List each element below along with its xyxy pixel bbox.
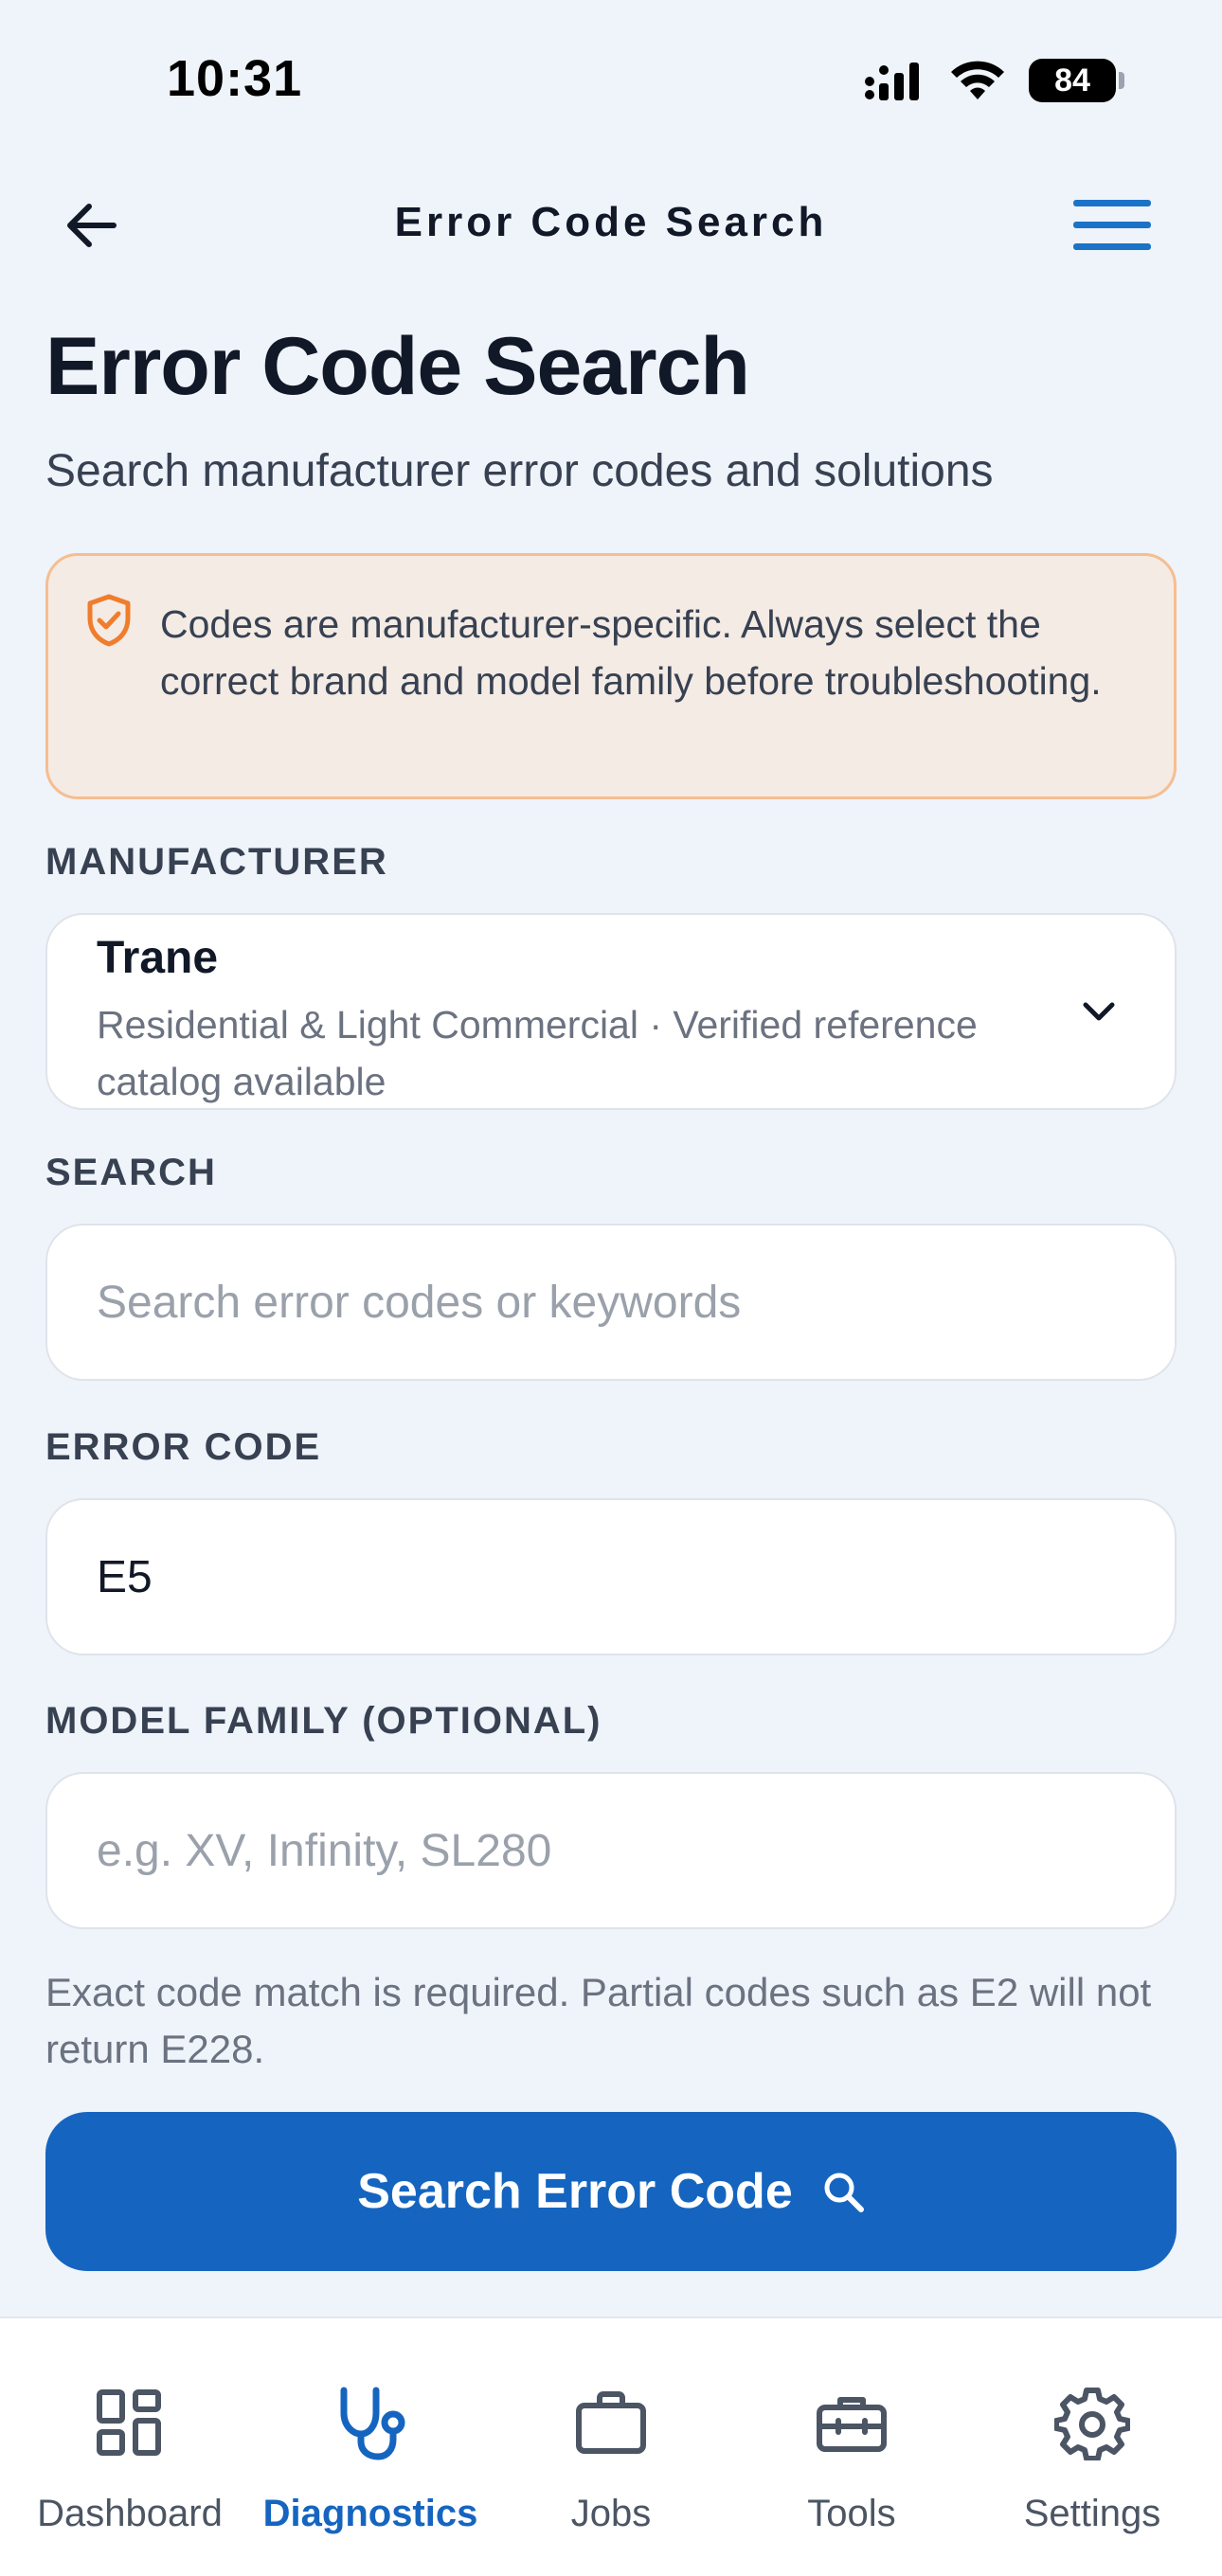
status-bar: 10:31 84 bbox=[0, 0, 1222, 161]
tab-tools[interactable]: Tools bbox=[729, 2318, 974, 2576]
battery-level: 84 bbox=[1054, 62, 1090, 98]
briefcase-icon bbox=[576, 2391, 646, 2454]
search-label: SEARCH bbox=[45, 1152, 217, 1193]
cellular-signal-icon bbox=[865, 63, 919, 100]
wifi-icon bbox=[951, 61, 1004, 99]
tab-label: Settings bbox=[1023, 2493, 1161, 2534]
error-code-label: ERROR CODE bbox=[45, 1426, 322, 1468]
tab-label: Jobs bbox=[570, 2493, 652, 2534]
battery-icon: 84 bbox=[1029, 59, 1124, 102]
tab-jobs[interactable]: Jobs bbox=[489, 2318, 733, 2576]
tab-dashboard[interactable]: Dashboard bbox=[8, 2318, 252, 2576]
manufacturer-value: Trane bbox=[97, 933, 219, 983]
hamburger-menu-icon bbox=[1073, 200, 1151, 250]
status-time: 10:31 bbox=[167, 50, 303, 107]
manufacturer-notice: Codes are manufacturer-specific. Always … bbox=[45, 553, 1177, 799]
search-icon bbox=[824, 2173, 864, 2212]
menu-button[interactable] bbox=[1069, 191, 1156, 259]
search-input[interactable] bbox=[45, 1224, 1177, 1381]
manufacturer-description: Residential & Light Commercial · Verifie… bbox=[97, 1003, 978, 1103]
chevron-down-icon bbox=[1083, 1002, 1115, 1021]
bottom-tab-bar: Dashboard Diagnostics Jobs Tools Setting… bbox=[0, 2317, 1222, 2576]
manufacturer-select[interactable]: Trane Residential & Light Commercial · V… bbox=[45, 913, 1177, 1110]
page-subtitle: Search manufacturer error codes and solu… bbox=[45, 446, 994, 496]
search-error-code-button[interactable]: Search Error Code bbox=[45, 2112, 1177, 2271]
search-error-code-button-label: Search Error Code bbox=[357, 2164, 793, 2219]
nav-title: Error Code Search bbox=[394, 199, 828, 245]
dashboard-icon bbox=[97, 2389, 161, 2456]
status-icons: 84 bbox=[864, 59, 1124, 102]
page-title: Error Code Search bbox=[45, 321, 750, 412]
stethoscope-icon bbox=[340, 2387, 405, 2460]
tab-diagnostics[interactable]: Diagnostics bbox=[248, 2318, 493, 2576]
notice-text: Codes are manufacturer-specific. Always … bbox=[160, 602, 1102, 703]
nav-bar: Error Code Search bbox=[0, 170, 1222, 275]
exact-match-helper-text: Exact code match is required. Partial co… bbox=[45, 1970, 1152, 2071]
manufacturer-label: MANUFACTURER bbox=[45, 841, 388, 883]
tab-settings[interactable]: Settings bbox=[970, 2318, 1214, 2576]
error-code-search-screen: 10:31 84 Error Code Search Error Code Se… bbox=[0, 0, 1222, 2576]
error-code-input[interactable] bbox=[45, 1498, 1177, 1655]
model-family-label: MODEL FAMILY (OPTIONAL) bbox=[45, 1700, 602, 1742]
shield-check-icon bbox=[87, 594, 131, 647]
tab-label: Dashboard bbox=[37, 2493, 223, 2534]
gear-icon bbox=[1054, 2388, 1130, 2460]
tab-label: Tools bbox=[807, 2493, 896, 2534]
toolbox-icon bbox=[817, 2397, 887, 2452]
model-family-input[interactable] bbox=[45, 1772, 1177, 1929]
tab-label: Diagnostics bbox=[262, 2493, 478, 2534]
